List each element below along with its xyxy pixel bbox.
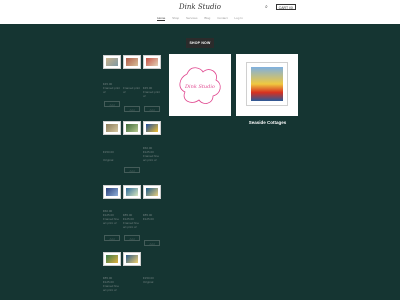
nav-contact[interactable]: Contact <box>217 16 227 20</box>
nav-shop[interactable]: Shop <box>172 16 179 20</box>
add-button[interactable]: Add <box>104 101 120 107</box>
artwork-image <box>106 124 118 132</box>
artwork-image <box>251 67 283 101</box>
product-info: Original <box>103 158 123 162</box>
product-title[interactable]: Framed print of <box>123 86 143 94</box>
product-info: €85.00 €125.00 Framed fine art print of <box>123 213 143 229</box>
add-button[interactable]: Add <box>124 106 140 112</box>
product-info: €85.00 €125.00 <box>143 213 163 221</box>
product-thumbnail[interactable] <box>123 185 141 199</box>
brand-splash-logo: Dink Studio <box>179 67 221 104</box>
product-thumbnail[interactable] <box>103 252 121 266</box>
add-button[interactable]: Add <box>124 235 140 241</box>
artwork-image <box>106 255 118 263</box>
artwork-image <box>146 188 158 196</box>
product-thumbnail[interactable] <box>123 121 141 135</box>
nav-blog[interactable]: Blog <box>204 16 210 20</box>
product-price: €60.00 €125.00 <box>103 209 114 217</box>
site-header: Dink Studio Home Shop Services Blog Cont… <box>0 0 400 24</box>
product-info: €150.00 Original <box>143 276 163 284</box>
product-price: €85.00 €125.00 <box>103 276 114 284</box>
product-price: €60.00 €125.00 <box>143 146 154 154</box>
product-thumbnail[interactable] <box>123 55 141 69</box>
product-info: €45.00 Framed print of <box>143 86 163 98</box>
artwork-image <box>146 58 158 66</box>
product-info: Framed print of <box>123 86 143 94</box>
add-button[interactable]: Add <box>144 240 160 246</box>
product-price: €85.00 €125.00 <box>143 213 154 221</box>
product-thumbnail[interactable] <box>143 121 161 135</box>
product-title[interactable]: Original <box>103 158 123 162</box>
product-title[interactable]: Framed fine art print of <box>143 154 163 162</box>
artwork-image <box>106 188 118 196</box>
product-title[interactable]: Original <box>143 280 163 284</box>
product-title[interactable]: Framed fine art print of <box>103 284 123 292</box>
featured-product-title[interactable]: Seaside Cottages <box>236 120 299 125</box>
add-button[interactable]: Add <box>144 106 160 112</box>
featured-product-logo[interactable]: Dink Studio <box>169 54 231 116</box>
product-thumbnail[interactable] <box>143 55 161 69</box>
nav-home[interactable]: Home <box>157 16 166 21</box>
product-thumbnail[interactable] <box>103 121 121 135</box>
shop-now-button[interactable]: SHOP NOW <box>186 38 214 48</box>
nav-login[interactable]: Log In <box>234 16 242 20</box>
search-icon[interactable]: ⌕ <box>265 4 271 10</box>
artwork-image <box>126 124 138 132</box>
cart-button[interactable]: CART (0) <box>276 4 296 10</box>
featured-product-image[interactable] <box>236 54 298 116</box>
product-info: €150.00 <box>103 150 123 154</box>
product-info: €45.00 Framed print of <box>103 82 123 94</box>
artwork-image <box>126 188 138 196</box>
product-info: €60.00 €125.00 Framed fine art print of <box>143 146 163 162</box>
product-title[interactable]: Framed fine art print of <box>123 221 143 229</box>
product-price: €85.00 €125.00 <box>123 213 134 221</box>
artwork-image <box>126 255 138 263</box>
product-title[interactable]: Framed print of <box>103 86 123 94</box>
framed-artwork <box>246 62 288 106</box>
product-thumbnail[interactable] <box>143 185 161 199</box>
product-info: €60.00 €125.00 Framed fine art print of <box>103 209 123 225</box>
product-thumbnail[interactable] <box>103 55 121 69</box>
artwork-image <box>126 58 138 66</box>
product-title[interactable]: Framed fine art print of <box>103 217 123 225</box>
feature-logo-text: Dink Studio <box>184 84 215 90</box>
add-button[interactable]: Add <box>124 167 140 173</box>
main-nav: Home Shop Services Blog Contact Log In <box>0 16 400 21</box>
product-info: €85.00 €125.00 Framed fine art print of <box>103 276 123 292</box>
artwork-image <box>106 58 118 66</box>
site-logo[interactable]: Dink Studio <box>0 3 400 11</box>
add-button[interactable]: Add <box>104 235 120 241</box>
product-price: €150.00 <box>103 150 114 154</box>
product-thumbnail[interactable] <box>123 252 141 266</box>
nav-services[interactable]: Services <box>186 16 198 20</box>
product-title[interactable]: Framed print of <box>143 90 163 98</box>
product-thumbnail[interactable] <box>103 185 121 199</box>
artwork-image <box>146 124 158 132</box>
